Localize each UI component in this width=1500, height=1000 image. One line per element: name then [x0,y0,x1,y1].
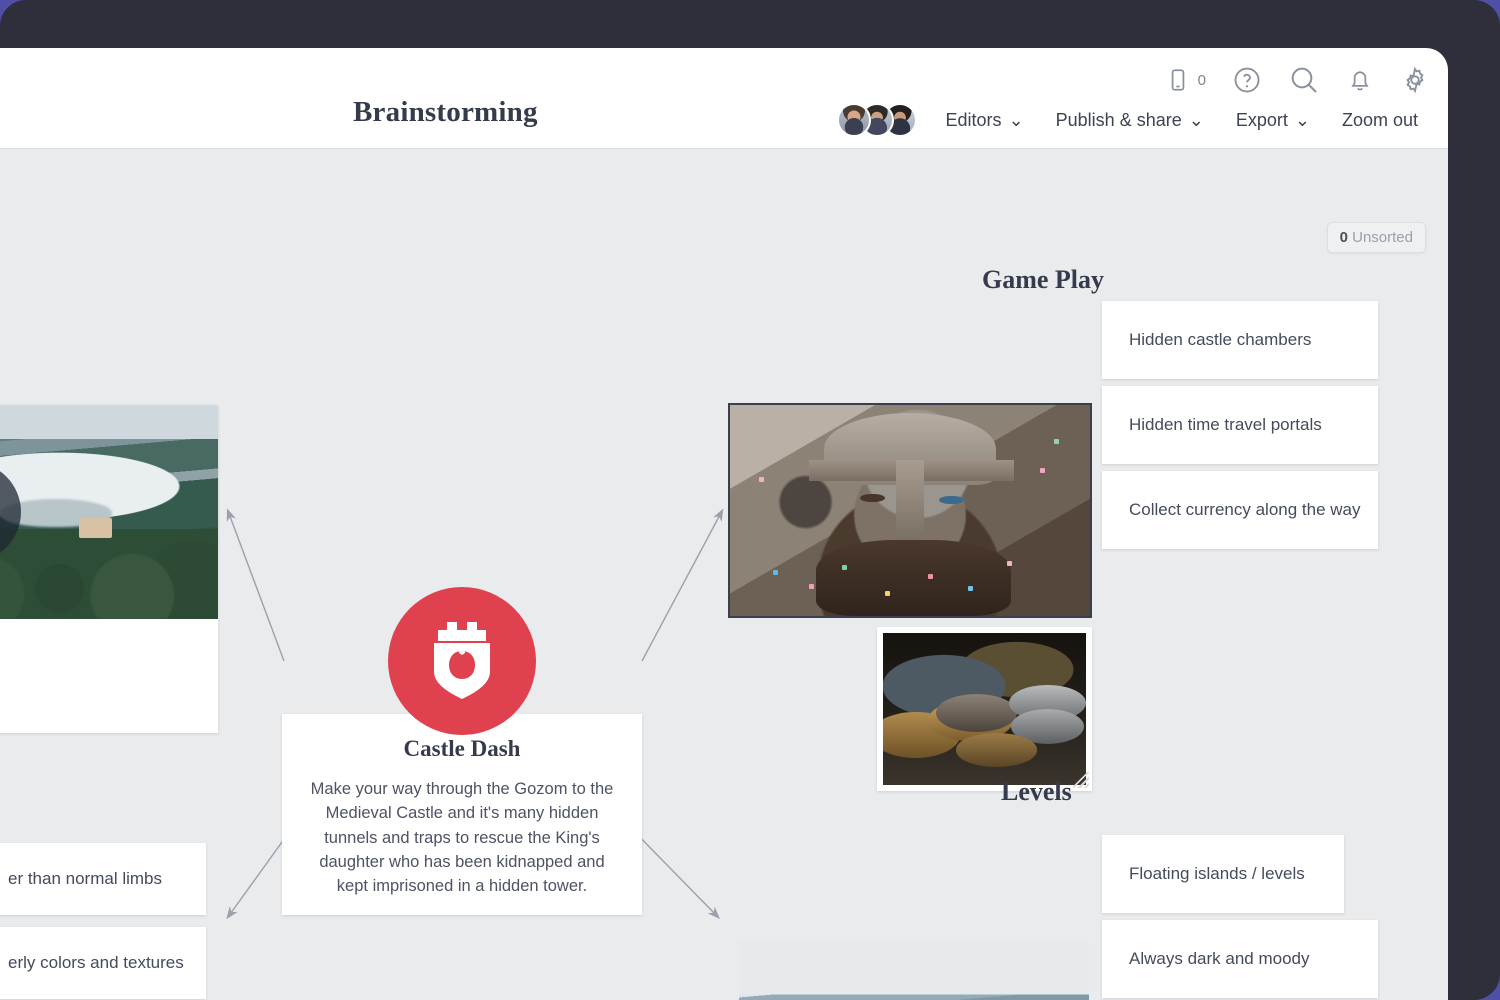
confetti [967,586,973,592]
zoom-out-button[interactable]: Zoom out [1326,104,1434,137]
center-node-description: Make your way through the Gozom to the M… [310,780,614,895]
section-title-game-play: Game Play [982,265,1105,294]
publish-share-label: Publish & share [1055,109,1182,130]
list-item[interactable]: Always dark and moody [1102,920,1378,998]
confetti [1054,438,1059,444]
coins-image[interactable] [877,627,1092,791]
mindmap-canvas[interactable]: 0 Unsorted er than normal limbs erly col… [0,148,1448,1000]
idea-label: er than normal limbs [8,869,163,888]
landscape-image[interactable] [739,940,1089,1000]
list-item[interactable]: Hidden castle chambers [1102,301,1378,379]
confetti [841,565,847,571]
confetti [884,590,890,596]
chevron-down-icon: ⌄ [1294,109,1310,130]
video-meta: Around 8.3 MB [0,619,218,733]
list-item[interactable]: Hidden time travel portals [1102,386,1378,464]
list-item[interactable]: Floating islands / levels [1102,835,1344,913]
coins-photo [883,633,1086,785]
idea-label: Collect currency along the way [1129,500,1361,519]
confetti [773,569,779,575]
idea-label: Hidden time travel portals [1129,415,1322,434]
coin-shape [956,733,1038,767]
device-count: 0 [1197,71,1206,89]
chevron-down-icon: ⌄ [1008,109,1024,130]
video-title: Around [0,643,218,668]
resize-handle[interactable] [1073,772,1089,788]
editors-menu[interactable]: Editors ⌄ [930,104,1040,137]
device-preview-icon [1165,67,1191,93]
center-node-title: Castle Dash [403,736,521,761]
coin-shape [935,693,1017,732]
settings-button[interactable] [1400,65,1430,95]
confetti [1007,561,1013,567]
list-item[interactable]: erly colors and textures [0,927,206,999]
section-title-levels: Levels [1001,777,1072,806]
publish-share-menu[interactable]: Publish & share ⌄ [1040,104,1220,137]
castle-shield-logo-icon [425,618,499,705]
header-menu: Editors ⌄ Publish & share ⌄ Export ⌄ Zoo… [836,98,1434,142]
confetti [758,476,764,482]
page-title: Brainstorming [353,96,538,128]
idea-label: Hidden castle chambers [1129,330,1312,349]
video-thumbnail[interactable] [0,405,218,619]
eye-shape [938,495,964,505]
search-button[interactable] [1288,64,1320,96]
eye-shape [859,493,885,503]
zoom-out-label: Zoom out [1341,109,1418,130]
confetti [928,573,933,579]
notifications-button[interactable] [1346,66,1374,94]
idea-label: erly colors and textures [8,953,184,972]
idea-label: Always dark and moody [1129,949,1310,968]
video-filesize: 8.3 MB [0,675,218,695]
search-icon [1288,64,1320,96]
bell-icon [1346,66,1374,94]
app-window: 0 Brainstorming Editors ⌄ Publish & shar… [0,48,1448,1000]
editors-avatars[interactable] [836,103,917,137]
device-preview-button[interactable]: 0 [1165,67,1206,93]
screen: 0 Brainstorming Editors ⌄ Publish & shar… [0,0,1500,1000]
connector-top-left [226,508,285,662]
chevron-down-icon: ⌄ [1188,109,1204,130]
export-label: Export [1235,109,1288,130]
warrior-image[interactable] [728,403,1092,618]
avatar[interactable] [836,103,871,137]
video-card[interactable]: Around 8.3 MB [0,405,218,733]
help-icon [1232,65,1262,95]
connector-top-right [641,508,724,662]
export-menu[interactable]: Export ⌄ [1220,104,1326,137]
helmet-noseguard-shape [895,459,925,541]
help-button[interactable] [1232,65,1262,95]
center-node-logo[interactable] [388,587,536,735]
title-bar: Brainstorming Editors ⌄ Publish & share … [0,96,1448,148]
confetti [1039,468,1045,474]
forest-shape [0,529,218,619]
center-node-card[interactable]: Castle Dash Make your way through the Go… [282,714,642,915]
idea-label: Floating islands / levels [1129,864,1305,883]
confetti [809,584,815,590]
castle-shape [79,518,113,538]
list-item[interactable]: Collect currency along the way [1102,471,1378,549]
beard-shape [816,540,1011,616]
editors-label: Editors [945,109,1002,130]
gear-icon [1400,65,1430,95]
list-item[interactable]: er than normal limbs [0,843,206,915]
